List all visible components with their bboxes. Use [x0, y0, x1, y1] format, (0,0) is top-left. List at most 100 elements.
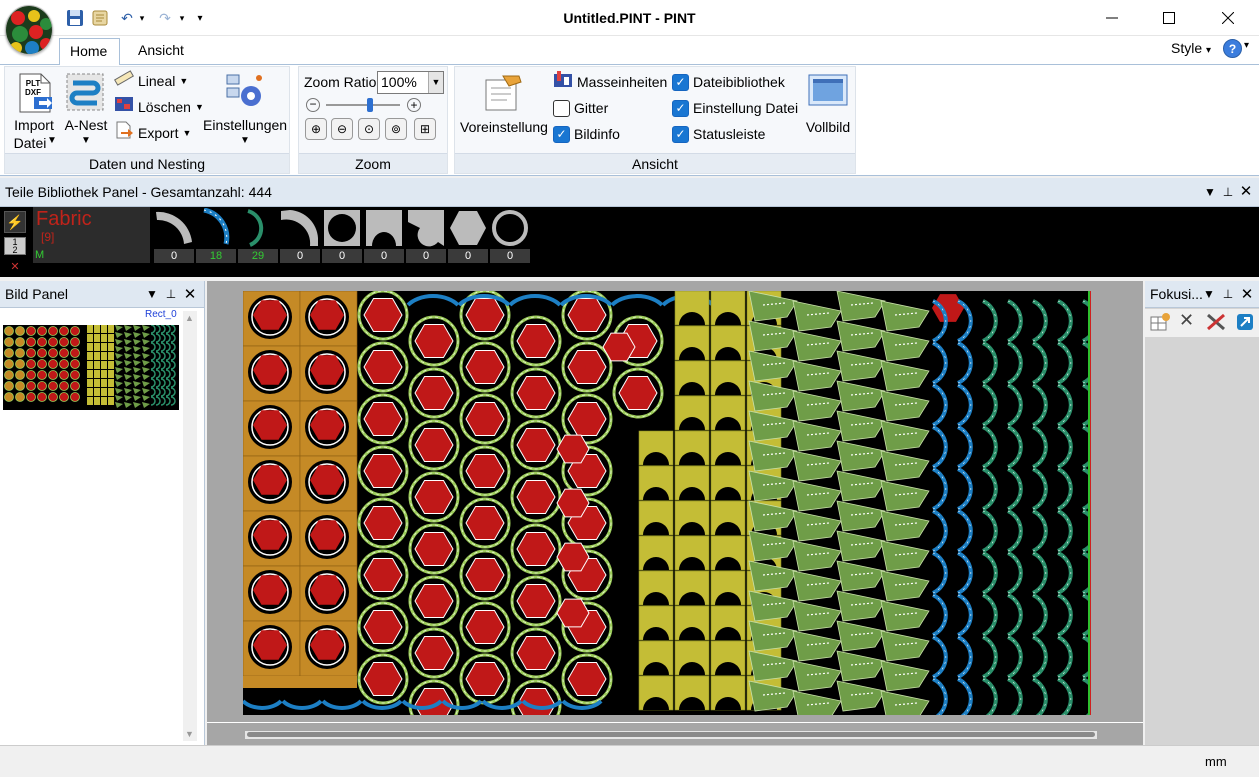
tools-icon[interactable]: [1205, 312, 1227, 335]
a-nest-button[interactable]: A-Nest ▼: [62, 70, 110, 152]
dateibibliothek-checkbox[interactable]: ✓: [672, 73, 689, 91]
part-thumb-ring[interactable]: [490, 208, 530, 251]
lineal-button[interactable]: Lineal ▼: [114, 70, 188, 92]
voreinstellung-button[interactable]: Voreinstellung: [458, 70, 550, 152]
arc-part: [1057, 509, 1073, 553]
part-thumb-square-circle[interactable]: [322, 208, 362, 251]
tab-ansicht[interactable]: Ansicht: [128, 38, 194, 65]
part-thumb-arc-teal[interactable]: [238, 208, 278, 251]
app-logo-icon[interactable]: [5, 5, 53, 55]
customize-icon[interactable]: ▾: [192, 8, 208, 28]
redo-icon[interactable]: ↷: [154, 8, 176, 28]
material-card[interactable]: Fabric [9]: [33, 207, 150, 249]
red-hexagon: [618, 376, 658, 410]
checkbox-statusleiste[interactable]: ✓ Statusleiste: [672, 123, 765, 145]
arc-part: [1032, 341, 1048, 385]
save-icon[interactable]: [64, 8, 86, 28]
arc-part: [932, 383, 948, 427]
thumb-part: [15, 359, 25, 369]
close-icon[interactable]: [1199, 0, 1257, 36]
redo-dropdown-icon[interactable]: ▾: [176, 8, 188, 28]
thumb-part: [101, 388, 107, 396]
vollbild-button[interactable]: Vollbild: [803, 70, 853, 152]
part-thumb-shield[interactable]: [406, 208, 446, 251]
nesting-canvas[interactable]: [207, 281, 1143, 745]
help-icon[interactable]: ?: [1223, 39, 1242, 58]
remove-icon[interactable]: ✕: [4, 260, 26, 276]
pin-icon[interactable]: ⊥: [1219, 178, 1237, 205]
settings-gear-icon: [225, 72, 265, 115]
zoom-selection-icon[interactable]: ⊚: [385, 118, 407, 140]
panel-close-icon[interactable]: ✕: [1237, 178, 1255, 205]
delete-icon[interactable]: ✕: [1179, 310, 1194, 331]
green-arrow-part: [792, 540, 842, 572]
chevron-down-icon: ▼: [182, 128, 192, 138]
part-thumb-arc-gray[interactable]: [154, 208, 194, 251]
scroll-icon[interactable]: [89, 8, 111, 28]
red-hexagon: [465, 454, 505, 488]
panel-dropdown-icon[interactable]: ▼: [1200, 281, 1218, 308]
lightning-icon[interactable]: ⚡: [4, 211, 26, 233]
arc-part: [1032, 467, 1048, 511]
thumb-part: [87, 334, 93, 342]
checkbox-dateibibliothek[interactable]: ✓ Dateibibliothek: [672, 71, 785, 93]
thumb-part: [108, 325, 114, 333]
zoom-out-icon[interactable]: ⊖: [331, 118, 353, 140]
zoom-in-icon[interactable]: ⊕: [305, 118, 327, 140]
checkbox-einstellung-datei[interactable]: ✓ Einstellung Datei: [672, 97, 798, 119]
style-menu[interactable]: Style ▾: [1171, 40, 1211, 56]
gitter-checkbox[interactable]: [553, 99, 570, 117]
scroll-down-icon[interactable]: ▼: [185, 729, 194, 739]
arc-part: [932, 677, 948, 721]
zoom-out-small-icon[interactable]: −: [306, 98, 320, 112]
canvas-hscroll-thumb[interactable]: [247, 732, 1095, 737]
thumb-part: [48, 326, 58, 336]
add-grid-icon[interactable]: [1149, 312, 1171, 335]
loeschen-button[interactable]: Löschen ▼: [114, 96, 204, 118]
einstellungen-button[interactable]: Einstellungen ▼: [203, 70, 287, 152]
scroll-up-icon[interactable]: ▲: [185, 313, 194, 323]
panel-dropdown-icon[interactable]: ▼: [1201, 178, 1219, 205]
maximize-icon[interactable]: [1140, 0, 1198, 36]
checkbox-gitter[interactable]: Gitter: [553, 97, 608, 119]
minimize-icon[interactable]: [1083, 0, 1141, 36]
help-dropdown-icon[interactable]: ▾: [1244, 40, 1249, 51]
part-thumb-hexagon[interactable]: [448, 208, 488, 251]
export-button[interactable]: Export ▼: [114, 121, 192, 144]
zoom-slider[interactable]: [326, 98, 400, 112]
einstellung-datei-checkbox[interactable]: ✓: [672, 99, 689, 117]
zoom-in-small-icon[interactable]: +: [407, 98, 421, 112]
panel-close-icon[interactable]: ✕: [181, 281, 199, 308]
layout-thumbnail[interactable]: [3, 324, 179, 410]
ruler-icon: [114, 69, 134, 93]
thumb-part: [26, 326, 36, 336]
checkbox-bildinfo[interactable]: ✓ Bildinfo: [553, 123, 620, 145]
canvas-hscrollbar[interactable]: [245, 731, 1097, 739]
zoom-ratio-select[interactable]: 100% ▼: [377, 71, 444, 94]
pin-icon[interactable]: ⊥: [1219, 281, 1237, 308]
panel-dropdown-icon[interactable]: ▼: [143, 281, 161, 308]
nesting-board[interactable]: [241, 289, 1098, 731]
pin-icon[interactable]: ⊥: [162, 281, 180, 308]
sort-icon[interactable]: 12: [4, 237, 26, 255]
zoom-slider-thumb[interactable]: [367, 98, 374, 112]
library-panel-title: Teile Bibliothek Panel - Gesamtanzahl: 4…: [5, 184, 272, 200]
tab-home[interactable]: Home: [59, 38, 120, 65]
preset-icon: [483, 72, 523, 115]
thumb-part: [15, 326, 25, 336]
zoom-fit-icon[interactable]: ⊙: [358, 118, 380, 140]
export-view-icon[interactable]: [1235, 312, 1255, 335]
statusleiste-checkbox[interactable]: ✓: [672, 125, 689, 143]
part-thumb-arc-blue[interactable]: [196, 207, 236, 251]
part-thumb-curve-gray[interactable]: [280, 208, 320, 251]
zoom-window-icon[interactable]: ⊞: [414, 118, 436, 140]
red-hexagon: [414, 324, 454, 358]
bildinfo-checkbox[interactable]: ✓: [553, 125, 570, 143]
import-button[interactable]: PLT DXF Import Datei ▼: [8, 70, 60, 152]
checkbox-masseinheiten[interactable]: Masseinheiten: [553, 71, 667, 93]
panel-close-icon[interactable]: ✕: [1238, 281, 1256, 308]
undo-icon[interactable]: ↶: [116, 8, 138, 28]
undo-dropdown-icon[interactable]: ▾: [136, 8, 148, 28]
bild-scrollbar[interactable]: ▲ ▼: [183, 311, 197, 741]
part-thumb-square-arch[interactable]: [364, 208, 404, 251]
